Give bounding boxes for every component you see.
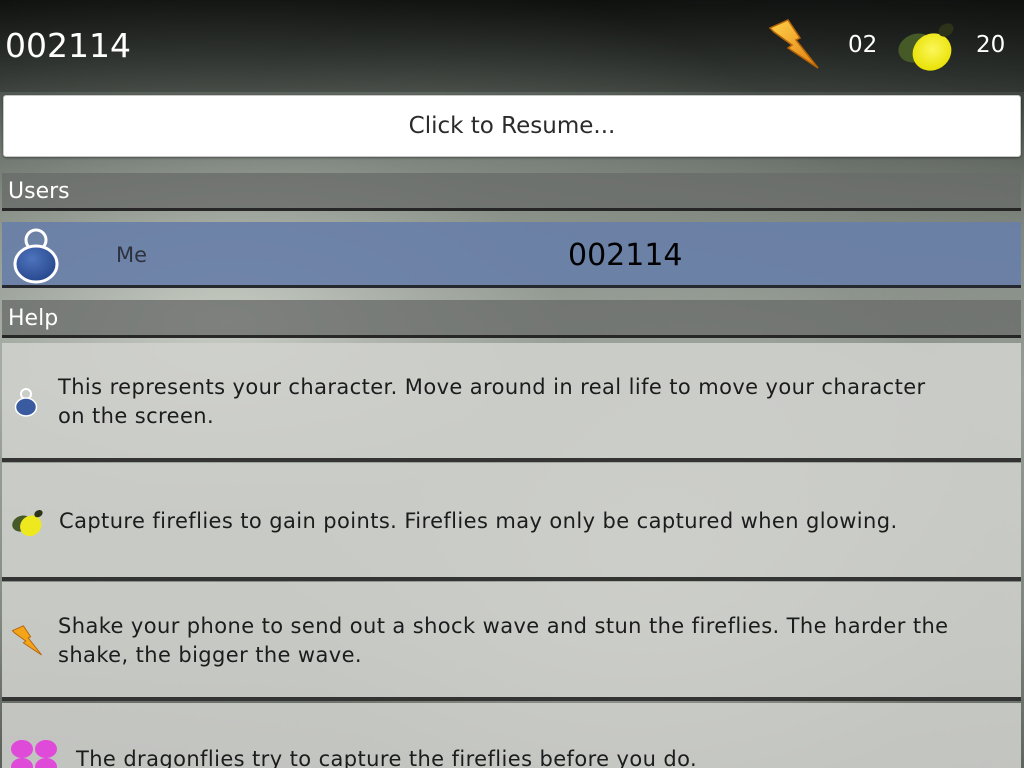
help-item: This represents your character. Move aro…	[2, 343, 1021, 462]
users-header: Users	[2, 173, 1021, 211]
firefly-icon	[12, 510, 43, 537]
user-row[interactable]: Me 002114	[2, 222, 1021, 288]
help-item: Capture fireflies to gain points. Firefl…	[2, 463, 1021, 581]
help-item: Shake your phone to send out a shock wav…	[2, 582, 1021, 701]
help-text: The dragonflies try to capture the firef…	[76, 747, 698, 768]
lightning-icon	[11, 625, 42, 656]
firefly-icon	[898, 23, 954, 71]
hud-bar: 002114 02 20	[0, 0, 1024, 92]
user-name: Me	[116, 243, 148, 267]
user-score: 002114	[568, 238, 683, 273]
character-icon	[14, 388, 38, 417]
help-text: This represents your character. Move aro…	[58, 375, 926, 428]
dragonfly-icon	[11, 740, 57, 768]
help-text: Capture fireflies to gain points. Firefl…	[59, 509, 898, 533]
lightning-icon	[768, 19, 819, 69]
help-header: Help	[2, 300, 1021, 338]
user-avatar-icon	[13, 228, 59, 284]
shock-count: 02	[848, 32, 878, 58]
score-display: 002114	[5, 26, 131, 65]
firefly-count: 20	[976, 32, 1006, 58]
resume-button[interactable]: Click to Resume...	[3, 95, 1021, 157]
help-item: The dragonflies try to capture the firef…	[2, 703, 1021, 768]
help-text: Shake your phone to send out a shock wav…	[58, 614, 949, 667]
